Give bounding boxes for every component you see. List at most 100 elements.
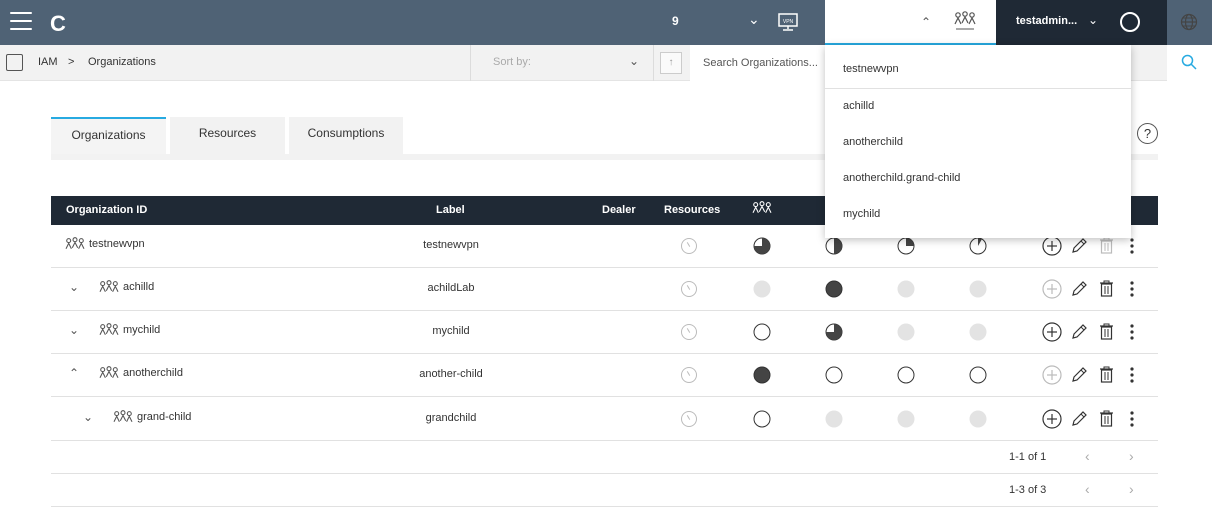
status-indicator-e [969,237,987,255]
chevron-down-icon[interactable]: ⌄ [748,11,760,28]
chevron-up-icon[interactable]: ⌃ [69,366,79,380]
chevron-left-icon[interactable]: ‹ [1085,448,1090,464]
globe-icon[interactable] [1180,13,1198,31]
chevron-down-icon[interactable]: ⌄ [69,280,79,294]
resources-gauge-icon[interactable] [681,367,697,383]
organization-icon [752,201,772,213]
pager-inner: 1-1 of 1 ‹ › [51,441,1158,474]
organization-icon [99,323,119,344]
dropdown-item[interactable]: testnewvpn [825,51,1131,87]
chevron-right-icon[interactable]: › [1129,481,1134,497]
edit-icon[interactable] [1071,410,1088,427]
pager-range: 1-3 of 3 [1009,484,1047,496]
more-options-icon[interactable] [1129,323,1135,341]
add-icon[interactable] [1042,409,1062,429]
header-label[interactable]: Label [436,204,465,216]
chevron-down-icon[interactable]: ⌄ [1088,13,1098,27]
organization-icon [65,237,85,258]
tab-resources[interactable]: Resources [170,117,285,154]
organization-id: testnewvpn [89,238,145,250]
delete-icon[interactable] [1099,280,1114,297]
organization-selector[interactable]: ⌃ [825,0,996,45]
menu-icon[interactable] [10,12,32,32]
status-indicator-q3 [825,323,843,341]
tab-consumptions[interactable]: Consumptions [289,117,403,154]
search-input[interactable] [690,45,825,81]
chevron-up-icon: ⌃ [921,15,932,29]
organization-icon [99,366,119,387]
table-row[interactable]: ⌄ grand-child grandchild [51,398,1158,441]
organization-label: achildLab [427,282,475,294]
dropdown-item[interactable]: anotherchild [825,124,1131,160]
status-indicator-grey [969,410,987,428]
resources-gauge-icon[interactable] [681,324,697,340]
resources-gauge-icon[interactable] [681,238,697,254]
status-indicator-empty [825,366,843,384]
dropdown-item[interactable]: achilld [825,88,1131,124]
header-organization-id[interactable]: Organization ID [66,204,147,216]
sort-by-label: Sort by: [493,56,531,68]
resources-gauge-icon[interactable] [681,411,697,427]
organization-label: another-child [419,368,483,380]
status-indicator-grey [825,410,843,428]
home-icon[interactable] [6,54,23,71]
header-dealer[interactable]: Dealer [602,204,636,216]
add-icon[interactable] [1042,236,1062,256]
add-icon[interactable] [1042,322,1062,342]
delete-icon[interactable] [1099,323,1114,340]
status-indicator-empty [969,366,987,384]
sort-by-select[interactable]: Sort by: ⌄ [470,45,654,81]
status-indicator-grey [897,323,915,341]
delete-icon[interactable] [1099,410,1114,427]
pager-range: 1-1 of 1 [1009,451,1047,463]
table-row[interactable]: ⌄ achilld achildLab [51,268,1158,311]
edit-icon[interactable] [1071,323,1088,340]
header-resources[interactable]: Resources [664,204,720,216]
delete-icon[interactable] [1099,366,1114,383]
dropdown-item[interactable]: mychild [825,196,1131,232]
resources-gauge-icon[interactable] [681,281,697,297]
table-row[interactable]: ⌄ mychild mychild [51,311,1158,354]
organization-label: testnewvpn [423,239,479,251]
edit-icon[interactable] [1071,366,1088,383]
chevron-down-icon[interactable]: ⌄ [69,323,79,337]
more-options-icon[interactable] [1129,366,1135,384]
status-indicator-grey [753,280,771,298]
edit-icon[interactable] [1071,237,1088,254]
more-options-icon[interactable] [1129,410,1135,428]
pager-outer: 1-3 of 3 ‹ › [51,474,1158,507]
more-options-icon[interactable] [1129,237,1135,255]
edit-icon[interactable] [1071,280,1088,297]
search-icon[interactable] [1181,54,1197,70]
status-indicator-grey [897,280,915,298]
table-row[interactable]: ⌃ anotherchild another-child [51,354,1158,397]
organization-dropdown: testnewvpn achilld anotherchild anotherc… [825,45,1131,238]
add-icon[interactable] [1042,279,1062,299]
chevron-down-icon[interactable]: ⌄ [83,410,93,424]
status-indicator-grey [969,323,987,341]
organization-icon [954,11,976,30]
organization-id: anotherchild [123,367,183,379]
status-indicator-empty [753,323,771,341]
organization-label: grandchild [425,412,477,424]
svg-text:VPN: VPN [783,19,794,25]
more-options-icon[interactable] [1129,280,1135,298]
add-icon[interactable] [1042,365,1062,385]
organization-icon [99,280,119,301]
sort-direction-button[interactable]: ↑ [660,52,682,74]
chevron-left-icon[interactable]: ‹ [1085,481,1090,497]
vpn-icon[interactable]: VPN [778,12,798,32]
organization-id: mychild [123,324,161,336]
app-logo: C [50,11,66,36]
dropdown-item[interactable]: anotherchild.grand-child [825,160,1131,196]
delete-icon[interactable] [1099,237,1114,254]
status-indicator-full [753,366,771,384]
notification-count: 9 [672,14,679,28]
username[interactable]: testadmin... [1016,15,1077,27]
user-profile-icon[interactable] [1120,12,1140,32]
tab-organizations[interactable]: Organizations [51,117,166,154]
chevron-right-icon[interactable]: › [1129,448,1134,464]
organization-id: achilld [123,281,155,293]
help-icon[interactable]: ? [1137,123,1158,144]
breadcrumb-iam[interactable]: IAM [38,56,58,68]
